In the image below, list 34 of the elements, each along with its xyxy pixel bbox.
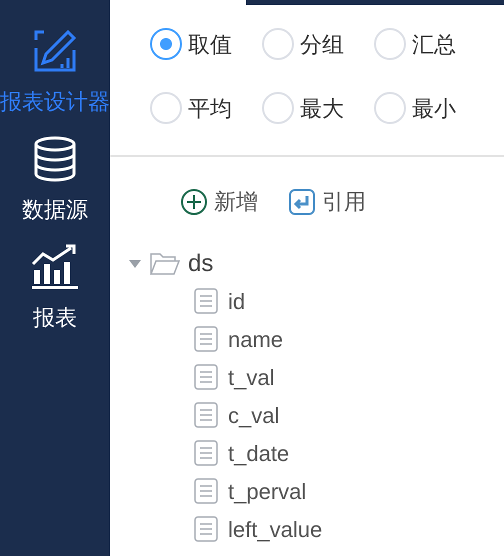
- action-button[interactable]: 引用: [288, 185, 366, 218]
- tree-leaf[interactable]: id: [128, 282, 504, 320]
- tree-leaf[interactable]: name: [128, 320, 504, 358]
- document-icon: [194, 364, 218, 390]
- document-icon: [194, 516, 218, 542]
- sidebar-label: 报表: [33, 304, 77, 332]
- tree-node[interactable]: ds: [128, 246, 504, 282]
- document-icon: [194, 440, 218, 466]
- radio-option[interactable]: 汇总: [374, 27, 486, 61]
- document-icon: [194, 478, 218, 504]
- bar-chart-icon: [30, 244, 80, 290]
- radio-option[interactable]: 取值: [150, 27, 262, 61]
- tree-leaf[interactable]: left_value: [128, 510, 504, 548]
- pencil-square-icon: [32, 28, 78, 74]
- action-button[interactable]: 新增: [180, 185, 258, 218]
- radio-button[interactable]: [150, 28, 182, 60]
- radio-option[interactable]: 分组: [262, 27, 374, 61]
- tree-leaf[interactable]: t_val: [128, 358, 504, 396]
- sidebar-label: 数据源: [22, 196, 88, 224]
- plus-circle-icon: [180, 188, 208, 216]
- sidebar-item[interactable]: 报表: [0, 244, 110, 332]
- document-icon: [194, 402, 218, 428]
- folder-icon: [150, 252, 180, 276]
- radio-option[interactable]: 平均: [150, 91, 262, 125]
- sidebar-item[interactable]: 数据源: [0, 136, 110, 224]
- tree-leaf[interactable]: c_val: [128, 396, 504, 434]
- tree-leaf[interactable]: t_perval: [128, 472, 504, 510]
- radio-option[interactable]: 最小: [374, 91, 486, 125]
- database-icon: [32, 136, 78, 182]
- document-icon: [194, 326, 218, 352]
- document-icon: [194, 288, 218, 314]
- tree-leaf[interactable]: t_date: [128, 434, 504, 472]
- radio-option[interactable]: 最大: [262, 91, 374, 125]
- sidebar-label: 报表设计器: [0, 88, 110, 116]
